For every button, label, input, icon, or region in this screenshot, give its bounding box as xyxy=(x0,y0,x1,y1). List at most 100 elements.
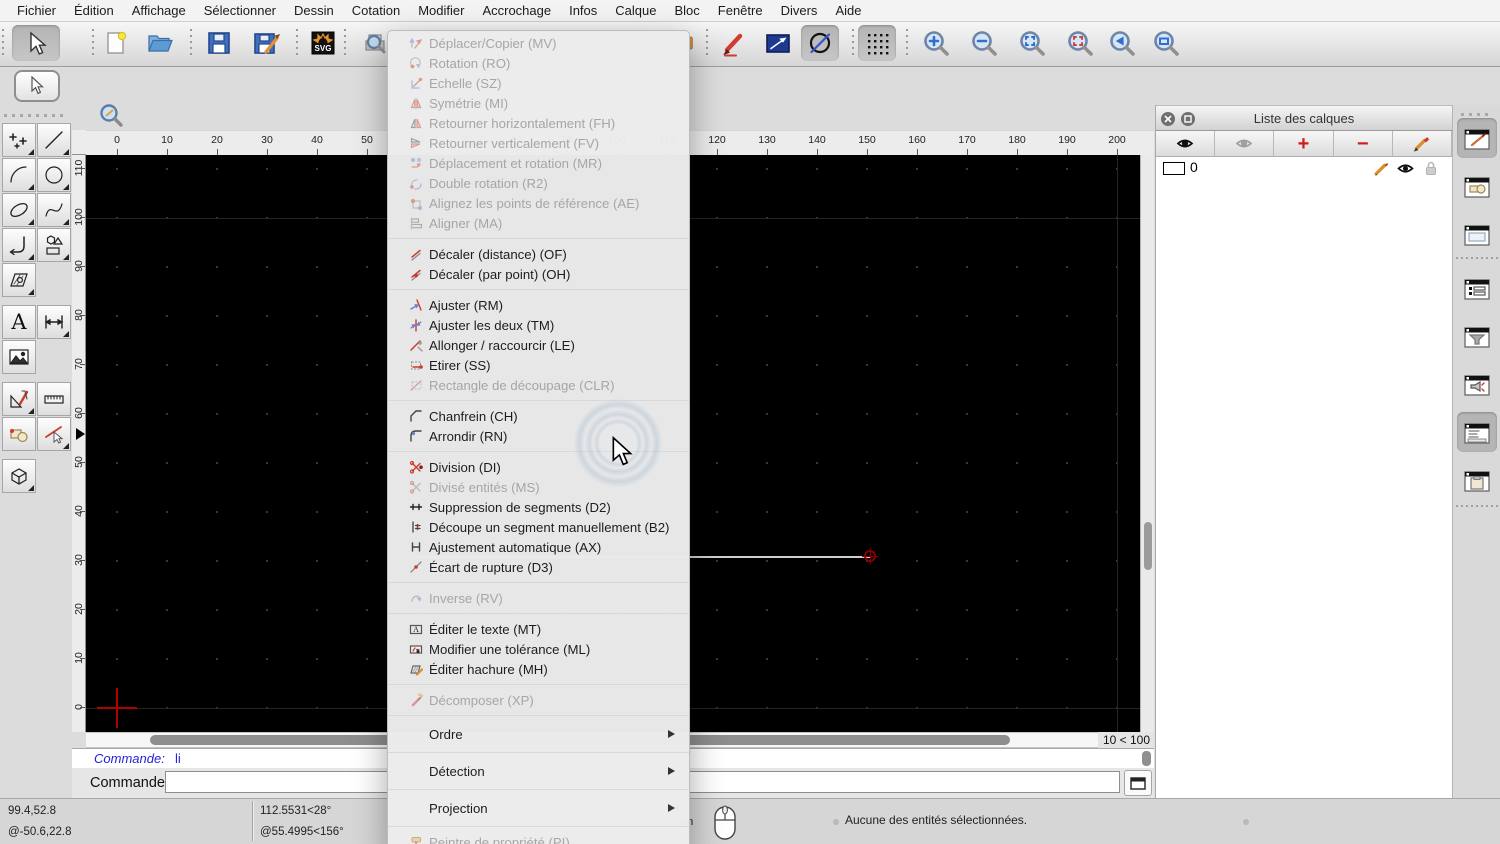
library-browser-dock-button[interactable] xyxy=(1457,214,1497,254)
show-all-layers-button[interactable] xyxy=(1156,131,1216,157)
dimension-tools-button[interactable] xyxy=(37,305,71,339)
zoom-previous-button[interactable] xyxy=(1104,25,1140,61)
zoom-in-button[interactable] xyxy=(918,25,954,61)
menubar-item-bloc[interactable]: Bloc xyxy=(665,0,708,22)
draw-pencil-button[interactable] xyxy=(716,25,752,61)
hatch-tool-button[interactable] xyxy=(2,263,36,297)
command-history-scrollbar[interactable] xyxy=(1142,751,1151,766)
menubar-item-slectionner[interactable]: Sélectionner xyxy=(195,0,285,22)
measure-box-button[interactable] xyxy=(760,25,796,61)
layer-color-swatch[interactable] xyxy=(1163,162,1185,175)
menubar-item-cotation[interactable]: Cotation xyxy=(343,0,409,22)
menu-item-diter-le-texte-mt[interactable]: A Éditer le texte (MT) xyxy=(388,619,689,639)
layer-row[interactable]: 0 xyxy=(1156,157,1452,179)
command-line-dock-button[interactable] xyxy=(1457,412,1497,452)
vertical-scrollbar[interactable] xyxy=(1140,155,1154,732)
open-document-button[interactable] xyxy=(140,25,180,61)
ruler-tool-button[interactable] xyxy=(37,382,71,416)
menu-item-aligner-ma[interactable]: Aligner (MA) xyxy=(388,213,689,233)
menu-item-etirer-ss[interactable]: Etirer (SS) xyxy=(388,355,689,375)
edit-layer-icon[interactable] xyxy=(1373,160,1390,177)
menu-item-echelle-sz[interactable]: Echelle (SZ) xyxy=(388,73,689,93)
menu-item-allonger-raccourcir-le[interactable]: Allonger / raccourcir (LE) xyxy=(388,335,689,355)
save-as-button[interactable] xyxy=(248,25,284,61)
menu-item-ajustement-automatique-ax[interactable]: Ajustement automatique (AX) xyxy=(388,537,689,557)
menubar-item-calque[interactable]: Calque xyxy=(606,0,665,22)
menubar-item-divers[interactable]: Divers xyxy=(772,0,827,22)
menubar-item-affichage[interactable]: Affichage xyxy=(123,0,195,22)
grid-toggle-button[interactable] xyxy=(858,25,896,61)
block-list-dock-button[interactable] xyxy=(1457,166,1497,206)
menu-item-d-caler-distance-of[interactable]: Décaler (distance) (OF) xyxy=(388,244,689,264)
zoom-tool-icon[interactable] xyxy=(98,102,124,133)
deselect-tool-button[interactable] xyxy=(14,70,60,102)
palette-drag-handle[interactable] xyxy=(4,114,68,117)
menubar-item-modifier[interactable]: Modifier xyxy=(409,0,473,22)
menu-item-d-coupe-un-segment-manuellement-b2[interactable]: Découpe un segment manuellement (B2) xyxy=(388,517,689,537)
text-tool-button[interactable]: A xyxy=(2,305,36,339)
menu-item-d-placer-copier-mv[interactable]: Déplacer/Copier (MV) xyxy=(388,33,689,53)
point-tools-button[interactable] xyxy=(2,123,36,157)
polyline-tools-button[interactable] xyxy=(2,228,36,262)
modify-tools-button[interactable] xyxy=(37,417,71,451)
menu-item-retourner-verticalement-fv[interactable]: Retourner verticalement (FV) xyxy=(388,133,689,153)
remove-layer-button[interactable]: − xyxy=(1333,131,1393,157)
solid-tools-button[interactable] xyxy=(2,459,36,493)
menubar-item-fichier[interactable]: Fichier xyxy=(8,0,65,22)
zoom-window-button[interactable] xyxy=(1148,25,1184,61)
menubar-item-aide[interactable]: Aide xyxy=(826,0,870,22)
layer-visible-icon[interactable] xyxy=(1397,161,1414,176)
menu-item-ordre[interactable]: Ordre xyxy=(388,721,689,747)
image-tool-button[interactable] xyxy=(2,340,36,374)
ellipse-tools-button[interactable] xyxy=(2,193,36,227)
menu-item-ajuster-les-deux-tm[interactable]: Ajuster les deux (TM) xyxy=(388,315,689,335)
menubar-item-infos[interactable]: Infos xyxy=(560,0,606,22)
menubar-item-fentre[interactable]: Fenêtre xyxy=(709,0,772,22)
menu-item-rectangle-de-d-coupage-clr[interactable]: Rectangle de découpage (CLR) xyxy=(388,375,689,395)
menubar-item-dition[interactable]: Édition xyxy=(65,0,123,22)
layer-lock-icon[interactable] xyxy=(1424,160,1438,177)
save-button[interactable] xyxy=(201,25,237,61)
dock-drag-handle[interactable] xyxy=(1461,113,1493,116)
menu-item-diter-hachure-mh[interactable]: Éditer hachure (MH) xyxy=(388,659,689,679)
zoom-out-button[interactable] xyxy=(966,25,1002,61)
close-panel-button[interactable] xyxy=(1161,112,1175,126)
menu-item-sym-trie-mi[interactable]: Symétrie (MI) xyxy=(388,93,689,113)
selection-filter-dock-button[interactable] xyxy=(1457,316,1497,356)
edit-layer-button[interactable] xyxy=(1392,131,1453,157)
menu-item-suppression-de-segments-d2[interactable]: Suppression de segments (D2) xyxy=(388,497,689,517)
circle-tools-button[interactable] xyxy=(37,158,71,192)
shape-tools-button[interactable] xyxy=(37,228,71,262)
menu-item-double-rotation-r2[interactable]: Double rotation (R2) xyxy=(388,173,689,193)
menu-item-rotation-ro[interactable]: Rotation (RO) xyxy=(388,53,689,73)
command-detach-button[interactable] xyxy=(1124,770,1152,796)
draft-tools-button[interactable] xyxy=(2,382,36,416)
menu-item-modifier-une-tol-rance-ml[interactable]: Modifier une tolérance (ML) xyxy=(388,639,689,659)
menu-item-inverse-rv[interactable]: Inverse (RV) xyxy=(388,588,689,608)
menu-item-d-caler-par-point-oh[interactable]: Décaler (par point) (OH) xyxy=(388,264,689,284)
menu-item-d-tection[interactable]: Détection xyxy=(388,758,689,784)
menu-item-peintre-de-propri-t-pi[interactable]: Peintre de propriété (PI) xyxy=(388,832,689,844)
menu-item-d-composer-xp[interactable]: Décomposer (XP) xyxy=(388,690,689,710)
float-panel-button[interactable] xyxy=(1181,112,1195,126)
line-tools-button[interactable] xyxy=(37,123,71,157)
menu-item-divis-entit-s-ms[interactable]: Divisé entités (MS) xyxy=(388,477,689,497)
new-document-button[interactable] xyxy=(98,25,134,61)
menu-item-cart-de-rupture-d3[interactable]: Écart de rupture (D3) xyxy=(388,557,689,577)
svg-export-button[interactable]: SVG xyxy=(305,25,341,61)
block-tools-button[interactable] xyxy=(2,417,36,451)
zoom-selection-button[interactable] xyxy=(1062,25,1098,61)
menu-item-alignez-les-points-de-r-f-rence-ae[interactable]: Alignez les points de référence (AE) xyxy=(388,193,689,213)
menu-item-retourner-horizontalement-fh[interactable]: Retourner horizontalement (FH) xyxy=(388,113,689,133)
add-layer-button[interactable]: + xyxy=(1274,131,1334,157)
menubar-item-dessin[interactable]: Dessin xyxy=(285,0,343,22)
menubar-item-accrochage[interactable]: Accrochage xyxy=(473,0,560,22)
selection-pointer-button[interactable] xyxy=(12,25,60,61)
zoom-auto-button[interactable] xyxy=(1014,25,1050,61)
menu-item-ajuster-rm[interactable]: Ajuster (RM) xyxy=(388,295,689,315)
clipboard-dock-button[interactable] xyxy=(1457,460,1497,500)
layer-list-dock-button[interactable] xyxy=(1457,118,1497,158)
tool-matrix-dock-button[interactable] xyxy=(1457,364,1497,404)
arc-tools-button[interactable] xyxy=(2,158,36,192)
property-list-dock-button[interactable] xyxy=(1457,268,1497,308)
